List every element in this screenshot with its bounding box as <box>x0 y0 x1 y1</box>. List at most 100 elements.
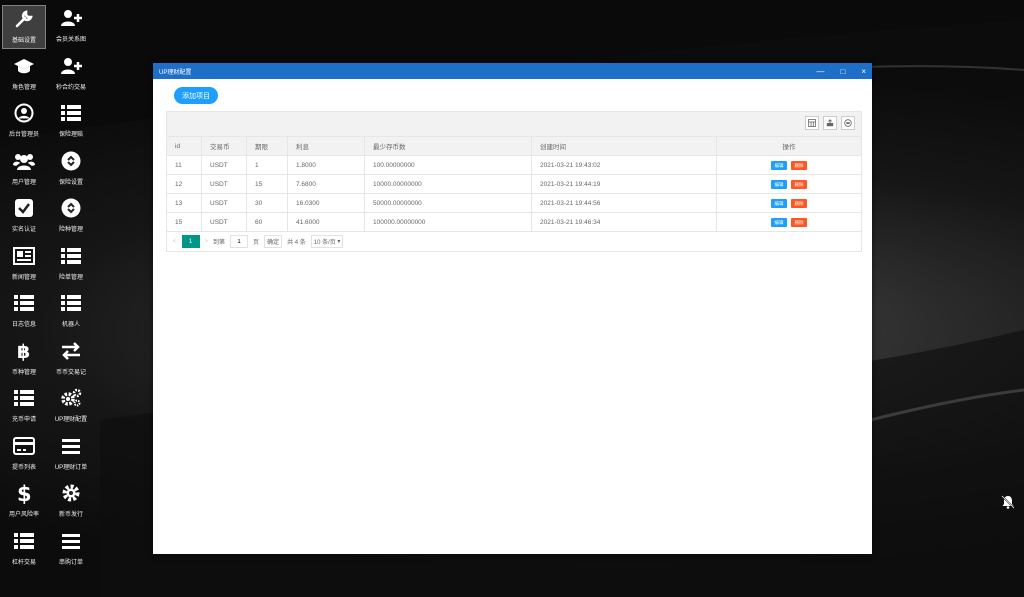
desktop-icon-label: 用户风险率 <box>8 512 39 518</box>
desktop-icon-label: 秒合约交易 <box>55 84 86 91</box>
desktop-icon-18[interactable]: UP理财配置 <box>49 385 93 429</box>
desktop-icon-label: UP理财订单 <box>54 464 88 471</box>
desktop-icon-1[interactable]: 基础设置 <box>2 5 46 49</box>
cell-actions: 编辑 删除 <box>716 212 861 232</box>
desktop-icon-label: 新闻管理 <box>11 274 36 281</box>
desktop-icon-12[interactable]: 险单管理 <box>49 243 93 287</box>
minimize-button[interactable]: — <box>816 67 824 76</box>
maximize-button[interactable]: □ <box>840 67 845 76</box>
cell-interest: 41.6000 <box>287 212 365 232</box>
total-count: 共 4 条 <box>287 240 306 246</box>
desktop-icon-13[interactable]: 日志信息 <box>2 290 46 334</box>
desktop-icon-7[interactable]: 用户管理 <box>2 148 46 192</box>
cell-created: 2021-03-21 19:46:34 <box>531 212 717 232</box>
dollar-icon: $ <box>13 482 35 504</box>
columns-filter-icon[interactable] <box>805 116 819 130</box>
desktop-icons: 基础设置 会员关系图 角色管理 秒合约交易 后台管理员 保险理赔 用户管理 保险设置 实名认证险… <box>0 0 100 597</box>
config-table: id 交易币 期限 利息 最少存币数 创建时间 操作 11 USDT 1 1.8000… <box>167 137 861 232</box>
list-icon <box>60 245 82 267</box>
add-item-button[interactable]: 添加项目 <box>174 87 218 104</box>
desktop-icon-24[interactable]: 串购订单 <box>49 528 93 572</box>
delete-button[interactable]: 删除 <box>791 198 807 208</box>
desktop-icon-3[interactable]: 角色管理 <box>2 53 46 97</box>
goto-confirm-button[interactable]: 确定 <box>264 235 283 248</box>
desktop-icon-label: 实名认证 <box>11 227 36 233</box>
cell-coin: USDT <box>201 174 247 194</box>
desktop-icon-9[interactable]: 实名认证 <box>2 195 46 239</box>
delete-button[interactable]: 删除 <box>791 160 807 170</box>
gear-icon <box>60 482 82 504</box>
desktop-icon-11[interactable]: 新闻管理 <box>2 243 46 287</box>
edit-button[interactable]: 编辑 <box>771 198 787 208</box>
cell-id: 15 <box>167 212 202 232</box>
config-table-container: id 交易币 期限 利息 最少存币数 创建时间 操作 11 USDT 1 1.8000… <box>166 111 862 252</box>
desktop-icon-20[interactable]: UP理财订单 <box>49 433 93 477</box>
wrench-icon <box>13 8 35 30</box>
edit-button[interactable]: 编辑 <box>771 179 787 189</box>
desktop-icon-14[interactable]: 机器人 <box>49 290 93 334</box>
desktop-icon-16[interactable]: 币币交易记 <box>49 338 93 382</box>
desktop-icon-label: 角色管理 <box>11 84 36 91</box>
cell-coin: USDT <box>201 193 247 213</box>
desktop-icon-label: 后台管理员 <box>8 132 39 138</box>
cell-min-deposit: 100000.00000000 <box>364 212 532 232</box>
user-circle-icon <box>13 102 35 124</box>
cell-id: 12 <box>167 174 202 194</box>
desktop-icon-17[interactable]: 充币申请 <box>2 385 46 429</box>
goto-page-input[interactable] <box>230 235 249 248</box>
desktop-icon-10[interactable]: 险种管理 <box>49 195 93 239</box>
cell-id: 13 <box>167 193 202 213</box>
desktop-icon-label: 险单管理 <box>58 274 83 281</box>
col-created-header: 创建时间 <box>531 137 717 156</box>
goto-label: 到第 <box>213 240 226 246</box>
col-actions-header: 操作 <box>716 137 861 156</box>
cell-id: 11 <box>167 155 202 175</box>
export-icon[interactable] <box>823 116 837 130</box>
col-interest-header: 利息 <box>287 137 365 156</box>
delete-button[interactable]: 删除 <box>791 217 807 227</box>
desktop-icon-label: 机器人 <box>61 322 80 328</box>
per-page-select[interactable]: 10 条/页 ▾ <box>310 235 344 248</box>
user-plus-icon <box>60 55 82 77</box>
next-page-button[interactable]: > <box>205 239 209 245</box>
edit-button[interactable]: 编辑 <box>771 217 787 227</box>
cell-coin: USDT <box>201 155 247 175</box>
edit-button[interactable]: 编辑 <box>771 160 787 170</box>
cell-min-deposit: 50000.00000000 <box>364 193 532 213</box>
list-icon <box>60 292 82 314</box>
exchange-icon <box>60 340 82 362</box>
page-1-button[interactable]: 1 <box>181 235 200 248</box>
prev-page-button[interactable]: < <box>173 239 177 245</box>
cogs-icon <box>60 387 82 409</box>
delete-button[interactable]: 删除 <box>791 179 807 189</box>
col-id-header: id <box>167 137 202 156</box>
desktop-icon-8[interactable]: 保险设置 <box>49 148 93 192</box>
list-icon <box>60 102 82 124</box>
desktop-icon-22[interactable]: 新币发行 <box>49 480 93 524</box>
list-icon <box>13 387 35 409</box>
svg-text:฿: ฿ <box>17 341 30 362</box>
link-circle-icon <box>60 197 82 219</box>
desktop-icon-label: 用户管理 <box>11 179 36 186</box>
desktop-icon-23[interactable]: 杠杆交易 <box>2 528 46 572</box>
desktop-icon-19[interactable]: 提币列表 <box>2 433 46 477</box>
desktop-icon-5[interactable]: 后台管理员 <box>2 100 46 144</box>
desktop-icon-21[interactable]: $ 用户风险率 <box>2 480 46 524</box>
bars-icon <box>60 435 82 457</box>
cell-created: 2021-03-21 19:44:19 <box>531 174 717 194</box>
cell-actions: 编辑 删除 <box>716 155 861 175</box>
desktop-icon-4[interactable]: 秒合约交易 <box>49 53 93 97</box>
window-title: UP理财配置 <box>159 69 192 76</box>
desktop-icon-2[interactable]: 会员关系图 <box>49 5 93 49</box>
window-titlebar[interactable]: UP理财配置 — □ × <box>153 63 872 79</box>
close-button[interactable]: × <box>861 67 866 76</box>
notifications-muted-icon[interactable] <box>1000 494 1016 510</box>
bitcoin-icon: ฿ <box>13 340 35 362</box>
user-plus-icon <box>60 7 82 29</box>
per-page-value: 10 条/页 <box>313 240 336 246</box>
desktop-icon-6[interactable]: 保险理赔 <box>49 100 93 144</box>
print-icon[interactable] <box>841 116 855 130</box>
desktop-icon-label: 日志信息 <box>11 322 36 328</box>
desktop-icon-15[interactable]: ฿ 币种管理 <box>2 338 46 382</box>
cell-term: 60 <box>246 212 288 232</box>
